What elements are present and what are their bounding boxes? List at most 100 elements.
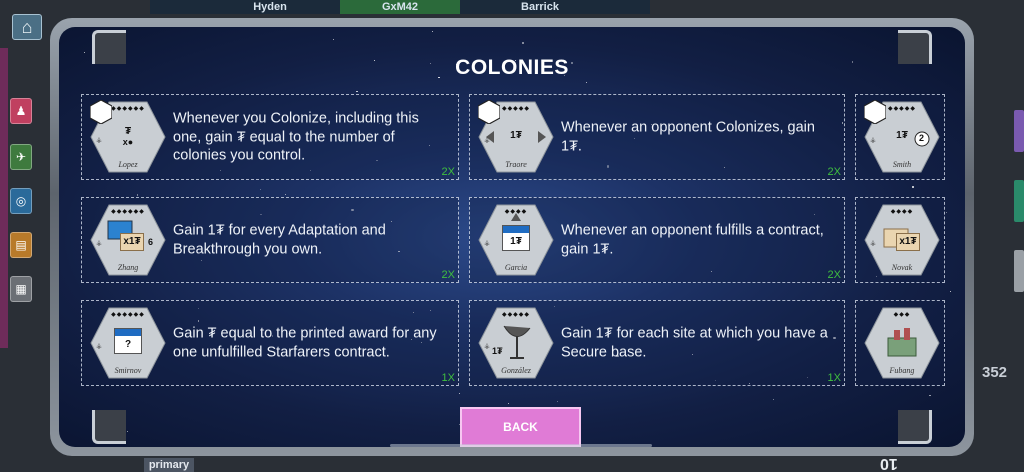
tile-side-mark: ⚶ [870,240,876,247]
star [521,41,525,44]
contract-icon: 1₮ [502,225,530,251]
star [332,39,334,41]
back-button[interactable]: BACK [460,407,581,447]
tile-side-mark: ⚶ [96,343,102,350]
frame-corner [898,30,932,64]
colony-hex-icon [478,100,500,124]
colony-tile: ◆◆◆◆◆ 1₮ 2 ⚶ Smith [864,100,940,174]
card-text: Gain 1₮ for each site at which you have … [561,325,828,361]
card-count: 2X [441,269,455,281]
tile-dots: ◆◆◆◆ [890,209,914,215]
tile-name: Zhang [117,263,139,272]
tile-name: Fubang [889,366,915,375]
board-number: 10 [880,455,898,472]
star [126,430,129,432]
tile-name: Garcia [504,263,528,272]
adaptation-card-icon: x1₮ [120,233,144,251]
tile-name: Traore [505,160,527,169]
colony-hex-icon [864,100,886,124]
side-button-5[interactable]: ▦ [10,276,32,302]
star [949,290,952,292]
side-button-4[interactable]: ▤ [10,232,32,258]
primary-label: primary [144,458,194,472]
card-text: Whenever an opponent fulfills a contract… [561,222,824,258]
colony-tile: ◆◆◆◆◆ 1₮ ⚶ Traore [478,100,554,174]
star [432,30,434,32]
tile-name: González [501,366,531,375]
star [136,194,138,196]
card-text: Gain 1₮ for every Adaptation and Breakth… [173,222,386,258]
star [772,398,775,401]
star [557,400,559,402]
side-button-3[interactable]: ◎ [10,188,32,214]
tile-dots: ◆◆◆◆◆◆ [111,312,145,318]
colony-hex-icon [90,100,112,124]
colonies-modal: COLONIES ◆◆◆◆◆◆ ₮ x● ⚶ Lopez Whenever yo… [59,27,965,447]
star [356,90,358,92]
colony-tile: ◆◆◆ Fubang [864,306,940,380]
tile-name: Smith [892,160,912,169]
player-swatch-2 [1014,180,1024,222]
tile-name: Novak [891,263,913,272]
tile-symbol: 1₮ [510,236,522,247]
player-swatch-1 [1014,110,1024,152]
card-text: Gain ₮ equal to the printed award for an… [173,325,437,361]
tile-dots: ◆◆◆◆◆ [501,312,531,318]
tile-dots: ◆◆◆ [893,312,911,318]
tile-dots: ◆◆◆◆ [504,209,528,215]
colony-card-gonzalez[interactable]: ◆◆◆◆◆ 1₮ ⚶ González Gain 1₮ for each sit… [469,300,845,386]
contract-band [115,329,141,336]
colony-tile: ◆◆◆◆◆◆ ₮ x● ⚶ Lopez [90,100,166,174]
card-text: Whenever you Colonize, including this on… [173,110,419,164]
colony-card-smith[interactable]: ◆◆◆◆◆ 1₮ 2 ⚶ Smith [855,94,945,180]
score-number: 352 [982,364,1008,381]
frame-corner [898,410,932,444]
contract-band [503,226,529,233]
card-count: 2X [827,269,841,281]
colony-card-fubang[interactable]: ◆◆◆ Fubang [855,300,945,386]
colony-card-lopez[interactable]: ◆◆◆◆◆◆ ₮ x● ⚶ Lopez Whenever you Coloniz… [81,94,459,180]
card-count: 2X [827,166,841,178]
modal-title: COLONIES [455,56,569,79]
player-tab-gxm42[interactable]: GxM42 [340,0,460,14]
star [507,403,510,405]
colony-tile: ◆◆◆◆ 1₮ ⚶ Garcia [478,203,554,277]
player-swatch-3 [1014,250,1024,292]
side-button-2[interactable]: ✈ [10,144,32,170]
tile-name: Lopez [118,160,138,169]
frame-corner [92,30,126,64]
tile-side-mark: ⚶ [484,240,490,247]
colony-card-traore[interactable]: ◆◆◆◆◆ 1₮ ⚶ Traore Whenever an opponent C… [469,94,845,180]
tile-badge: 6 [148,237,154,247]
colony-card-novak[interactable]: ◆◆◆◆ x1₮ ⚶ Novak [855,197,945,283]
star [259,188,262,191]
star [458,393,460,395]
tile-dots: ◆◆◆◆◆◆ [111,209,145,215]
tile-side-mark: ⚶ [484,137,490,144]
card-count: 2X [441,166,455,178]
tile-name: Smirnov [114,366,142,375]
colony-tile: ◆◆◆◆◆◆ ? ⚶ Smirnov [90,306,166,380]
side-button-1[interactable]: ♟ [10,98,32,124]
colony-card-zhang[interactable]: ◆◆◆◆◆◆ x1₮ 6 ⚶ Zhang Gain 1₮ for every A… [81,197,459,283]
card-count: 1X [441,372,455,384]
player-color-strip [0,48,8,348]
card-count: 1X [827,372,841,384]
colony-tile: ◆◆◆◆◆◆ x1₮ 6 ⚶ Zhang [90,203,166,277]
scroll-indicator[interactable] [390,444,652,447]
tile-side-mark: ⚶ [484,343,490,350]
colony-card-garcia[interactable]: ◆◆◆◆ 1₮ ⚶ Garcia Whenever an opponent fu… [469,197,845,283]
player-tab-barrick[interactable]: Barrick [480,0,600,14]
tile-side-mark: ⚶ [96,137,102,144]
tile-side-mark: ⚶ [96,240,102,247]
star [83,52,85,54]
star [929,394,931,396]
home-button[interactable]: ⌂ [12,14,42,40]
star [585,81,588,83]
star [946,211,948,214]
card-text: Whenever an opponent Colonizes, gain 1₮. [561,119,815,155]
adaptation-card-icon: x1₮ [896,233,920,251]
star [284,193,286,196]
colony-card-smirnov[interactable]: ◆◆◆◆◆◆ ? ⚶ Smirnov Gain ₮ equal to the p… [81,300,459,386]
player-tab-hyden[interactable]: Hyden [210,0,330,14]
